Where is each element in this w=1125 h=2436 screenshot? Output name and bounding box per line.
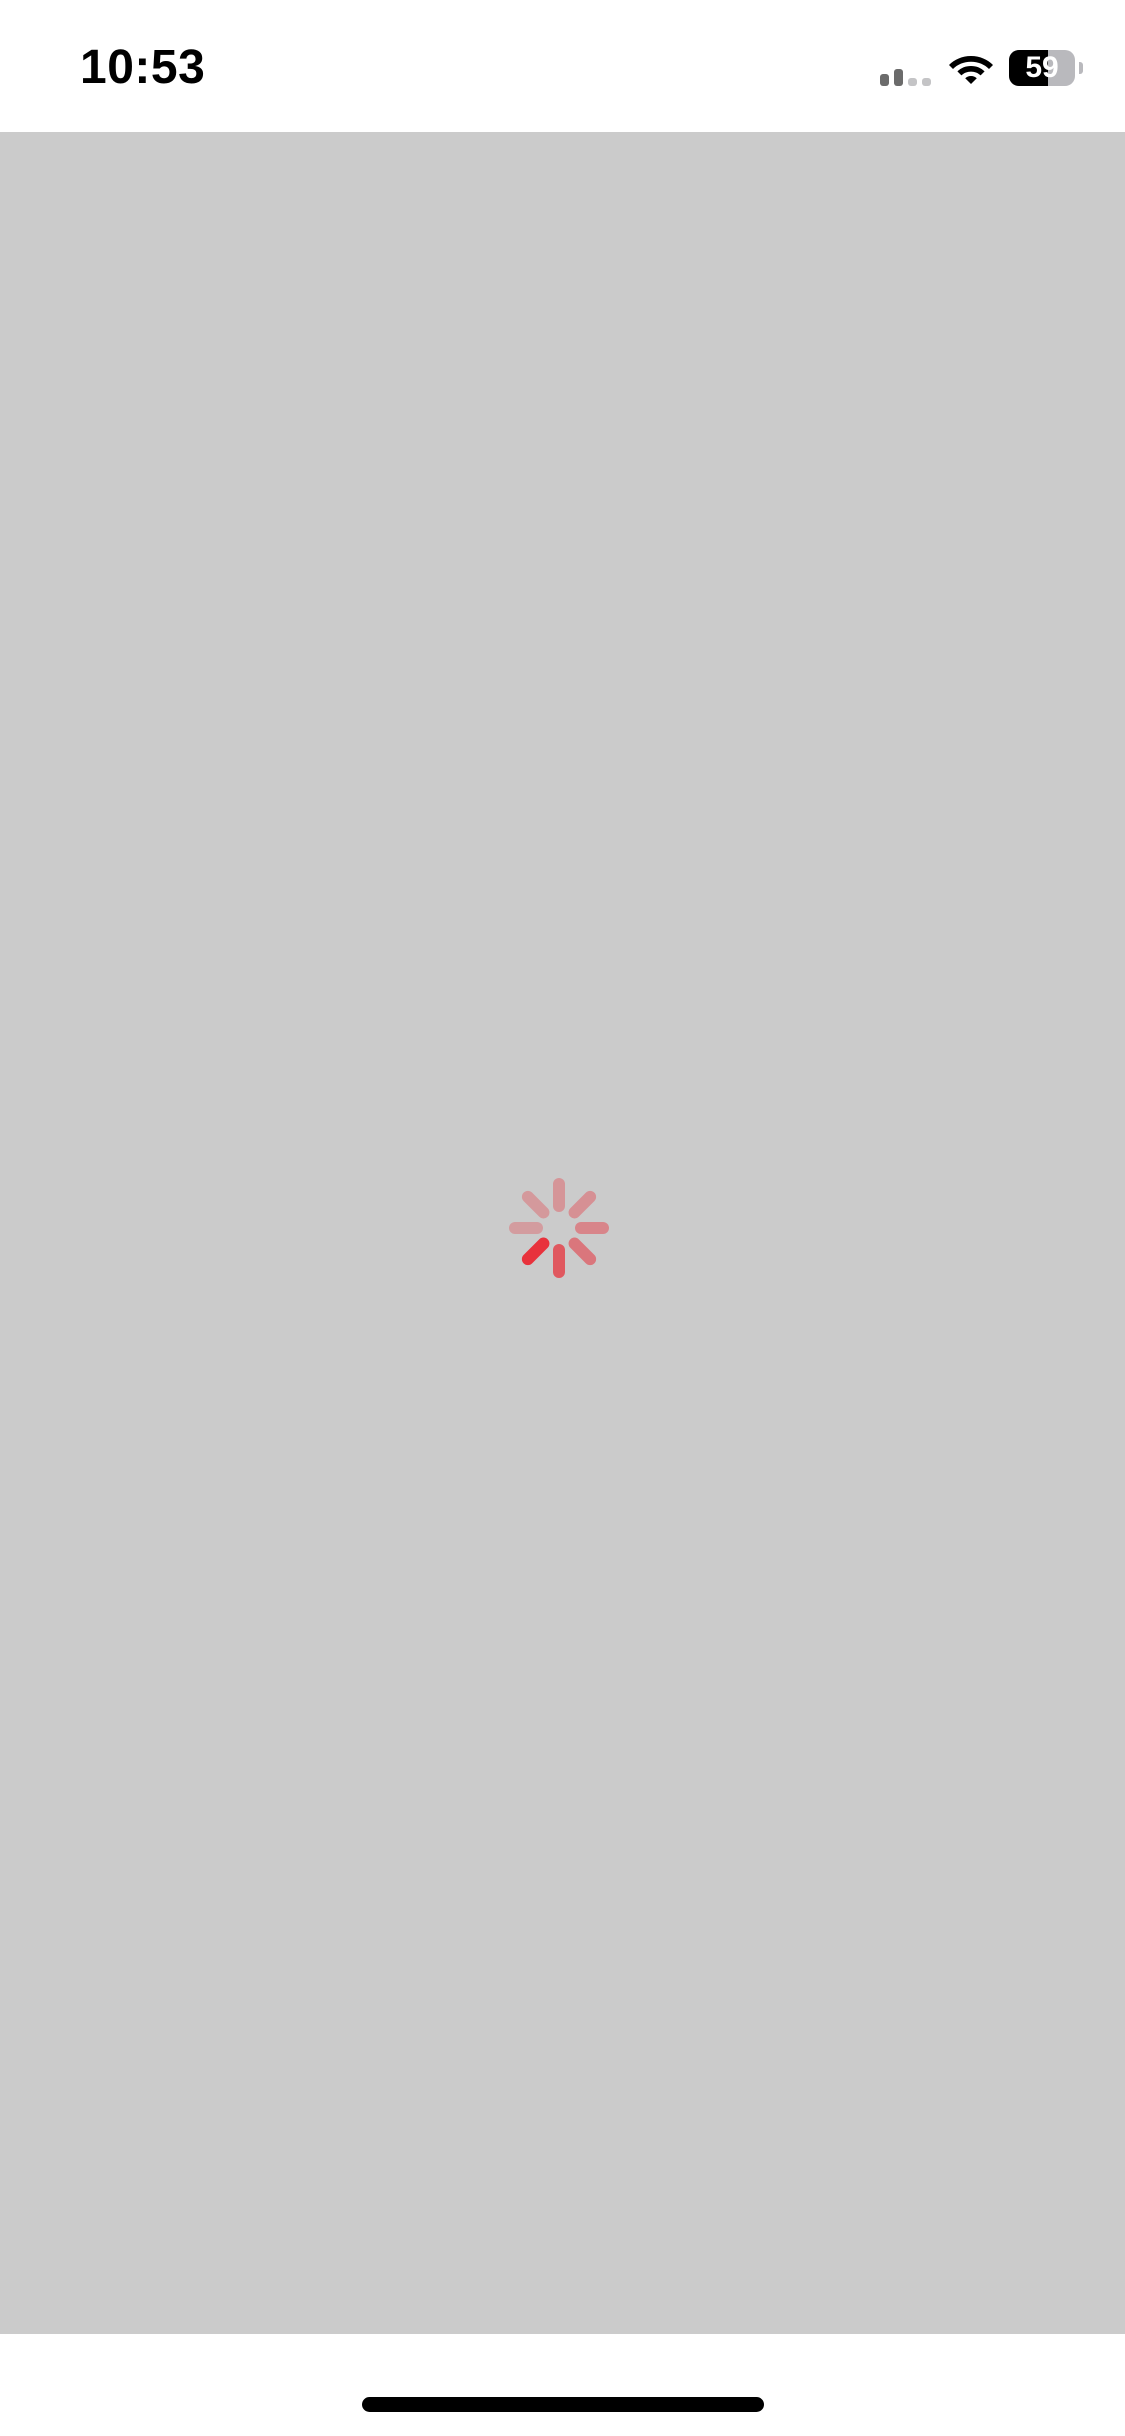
signal-bar-4 xyxy=(922,78,931,86)
activity-spinner-icon xyxy=(509,1178,609,1278)
spinner-spoke xyxy=(568,1190,597,1219)
battery-cap xyxy=(1079,62,1083,74)
status-bar-time: 10:53 xyxy=(80,41,206,94)
status-bar: 10:53 59 xyxy=(0,0,1125,132)
cellular-signal-icon xyxy=(880,66,934,86)
signal-bar-3 xyxy=(908,78,917,86)
signal-bar-1 xyxy=(880,74,889,86)
battery-icon: 59 xyxy=(1009,50,1075,86)
home-indicator-area xyxy=(0,2334,1125,2436)
spinner-spoke xyxy=(568,1237,597,1266)
battery-percentage: 59 xyxy=(1025,51,1059,84)
battery-body: 59 xyxy=(1009,50,1075,86)
wifi-icon xyxy=(949,56,993,84)
signal-bar-2 xyxy=(894,69,903,86)
home-indicator[interactable] xyxy=(362,2397,764,2412)
spinner-spoke xyxy=(521,1237,550,1266)
spinner-spoke xyxy=(521,1190,550,1219)
